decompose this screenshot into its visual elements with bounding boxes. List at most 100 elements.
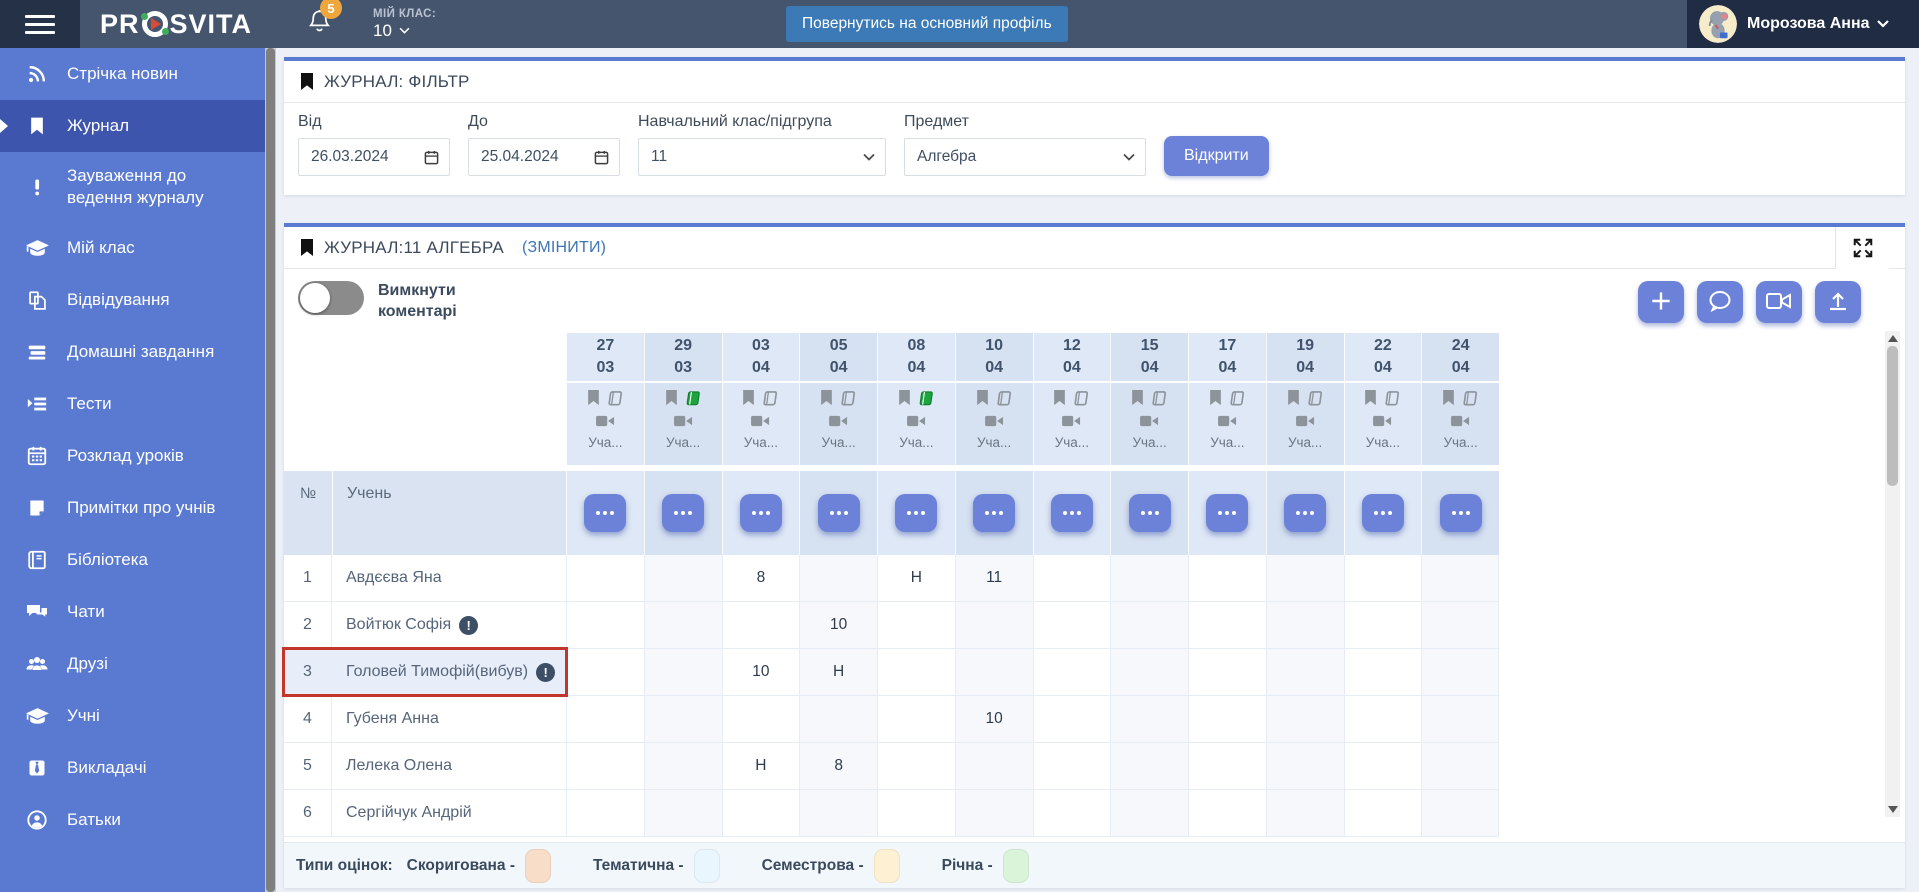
grade-cell[interactable] bbox=[955, 790, 1033, 836]
grade-cell[interactable]: 10 bbox=[955, 696, 1033, 742]
grade-cell[interactable] bbox=[799, 790, 877, 836]
user-menu[interactable]: Морозова Анна bbox=[1687, 0, 1919, 48]
student-label-group[interactable]: 2Войтюк Софія! bbox=[284, 602, 566, 648]
sidebar-item-5[interactable]: Домашні завдання bbox=[0, 326, 265, 378]
homework-book-icon[interactable] bbox=[839, 391, 857, 410]
grade-cell[interactable] bbox=[799, 696, 877, 742]
lesson-topic-link[interactable]: Уча... bbox=[977, 435, 1011, 450]
column-options-button[interactable] bbox=[1129, 494, 1171, 532]
sidebar-item-0[interactable]: Стрічка новин bbox=[0, 48, 265, 100]
video-camera-icon[interactable] bbox=[1218, 414, 1237, 431]
column-options-button[interactable] bbox=[1206, 494, 1248, 532]
lesson-topic-link[interactable]: Уча... bbox=[1055, 435, 1089, 450]
video-camera-icon[interactable] bbox=[829, 414, 848, 431]
bookmark-icon[interactable] bbox=[665, 390, 678, 410]
bookmark-icon[interactable] bbox=[587, 390, 600, 410]
date-column-header[interactable]: 1704 bbox=[1188, 333, 1266, 383]
homework-book-icon[interactable] bbox=[1150, 391, 1168, 410]
date-column-header[interactable]: 2404 bbox=[1421, 333, 1499, 383]
grade-cell[interactable] bbox=[1188, 696, 1266, 742]
bookmark-icon[interactable] bbox=[1053, 390, 1066, 410]
grade-cell[interactable]: Н bbox=[722, 743, 800, 789]
bookmark-icon[interactable] bbox=[742, 390, 755, 410]
grade-cell[interactable] bbox=[644, 649, 722, 695]
grade-cell[interactable] bbox=[1421, 649, 1499, 695]
grade-cell[interactable] bbox=[1033, 649, 1111, 695]
grade-cell[interactable] bbox=[1266, 696, 1344, 742]
lesson-topic-link[interactable]: Уча... bbox=[1132, 435, 1166, 450]
column-options-button[interactable] bbox=[973, 494, 1015, 532]
grade-cell[interactable] bbox=[1110, 602, 1188, 648]
grade-cell[interactable] bbox=[566, 743, 644, 789]
column-options-button[interactable] bbox=[1440, 494, 1482, 532]
sidebar-item-14[interactable]: Батьки bbox=[0, 794, 265, 846]
student-name-cell[interactable]: Войтюк Софія! bbox=[332, 602, 566, 648]
sidebar-item-journal[interactable]: Журнал bbox=[0, 100, 265, 152]
grade-cell[interactable] bbox=[877, 696, 955, 742]
hamburger-menu-icon[interactable] bbox=[0, 0, 80, 48]
column-options-button[interactable] bbox=[740, 494, 782, 532]
column-options-button[interactable] bbox=[1284, 494, 1326, 532]
grade-cell[interactable] bbox=[1110, 790, 1188, 836]
bookmark-icon[interactable] bbox=[1442, 390, 1455, 410]
homework-book-icon[interactable] bbox=[1228, 391, 1246, 410]
grade-cell[interactable] bbox=[566, 790, 644, 836]
my-class-dropdown[interactable]: МІЙ КЛАС: 10 bbox=[373, 8, 436, 41]
grade-cell[interactable] bbox=[1344, 743, 1422, 789]
lesson-topic-link[interactable]: Уча... bbox=[1288, 435, 1322, 450]
grade-cell[interactable] bbox=[1421, 555, 1499, 601]
date-column-header[interactable]: 0304 bbox=[722, 333, 800, 383]
bookmark-icon[interactable] bbox=[820, 390, 833, 410]
sidebar-item-12[interactable]: Учні bbox=[0, 690, 265, 742]
video-camera-icon[interactable] bbox=[751, 414, 770, 431]
grade-cell[interactable] bbox=[1344, 555, 1422, 601]
date-to-input[interactable]: 25.04.2024 bbox=[468, 138, 620, 176]
date-column-header[interactable]: 2204 bbox=[1344, 333, 1422, 383]
warning-icon[interactable]: ! bbox=[536, 663, 555, 682]
grade-cell[interactable] bbox=[1033, 602, 1111, 648]
video-camera-icon[interactable] bbox=[1373, 414, 1392, 431]
grade-cell[interactable] bbox=[1188, 649, 1266, 695]
grade-cell[interactable] bbox=[1188, 602, 1266, 648]
date-column-header[interactable]: 1504 bbox=[1110, 333, 1188, 383]
sidebar-item-11[interactable]: Друзі bbox=[0, 638, 265, 690]
grade-cell[interactable] bbox=[1344, 602, 1422, 648]
student-name-cell[interactable]: Авдєєва Яна bbox=[332, 555, 566, 601]
lesson-topic-link[interactable]: Уча... bbox=[1210, 435, 1244, 450]
grade-cell[interactable] bbox=[1421, 602, 1499, 648]
column-options-button[interactable] bbox=[895, 494, 937, 532]
scroll-up-arrow-icon[interactable] bbox=[1888, 335, 1898, 342]
sidebar-item-6[interactable]: Тести bbox=[0, 378, 265, 430]
student-name-cell[interactable]: Губеня Анна bbox=[332, 696, 566, 742]
sidebar-item-7[interactable]: Розклад уроків bbox=[0, 430, 265, 482]
grade-cell[interactable] bbox=[877, 602, 955, 648]
notifications-bell-icon[interactable]: 5 bbox=[308, 9, 331, 39]
video-lesson-button[interactable] bbox=[1756, 281, 1802, 323]
grade-cell[interactable] bbox=[566, 696, 644, 742]
lesson-topic-link[interactable]: Уча... bbox=[899, 435, 933, 450]
open-journal-button[interactable]: Відкрити bbox=[1164, 136, 1269, 176]
grade-cell[interactable] bbox=[955, 649, 1033, 695]
warning-icon[interactable]: ! bbox=[459, 616, 478, 635]
lesson-topic-link[interactable]: Уча... bbox=[744, 435, 778, 450]
change-journal-link[interactable]: (ЗМІНИТИ) bbox=[522, 239, 606, 257]
grade-cell[interactable] bbox=[566, 602, 644, 648]
grade-cell[interactable]: 10 bbox=[799, 602, 877, 648]
grade-cell[interactable] bbox=[1110, 555, 1188, 601]
grade-cell[interactable] bbox=[644, 790, 722, 836]
date-column-header[interactable]: 0804 bbox=[877, 333, 955, 383]
fullscreen-expand-icon[interactable] bbox=[1835, 227, 1889, 269]
video-camera-icon[interactable] bbox=[1451, 414, 1470, 431]
grade-cell[interactable]: 11 bbox=[955, 555, 1033, 601]
grade-cell[interactable] bbox=[1188, 790, 1266, 836]
student-name-cell[interactable]: Сергійчук Андрій bbox=[332, 790, 566, 836]
grade-cell[interactable] bbox=[1266, 790, 1344, 836]
grade-cell[interactable] bbox=[1110, 743, 1188, 789]
grade-cell[interactable] bbox=[566, 649, 644, 695]
grade-cell[interactable] bbox=[1033, 696, 1111, 742]
bookmark-icon[interactable] bbox=[1364, 390, 1377, 410]
video-camera-icon[interactable] bbox=[1062, 414, 1081, 431]
bookmark-icon[interactable] bbox=[1131, 390, 1144, 410]
lesson-topic-link[interactable]: Уча... bbox=[588, 435, 622, 450]
grade-cell[interactable] bbox=[1421, 790, 1499, 836]
